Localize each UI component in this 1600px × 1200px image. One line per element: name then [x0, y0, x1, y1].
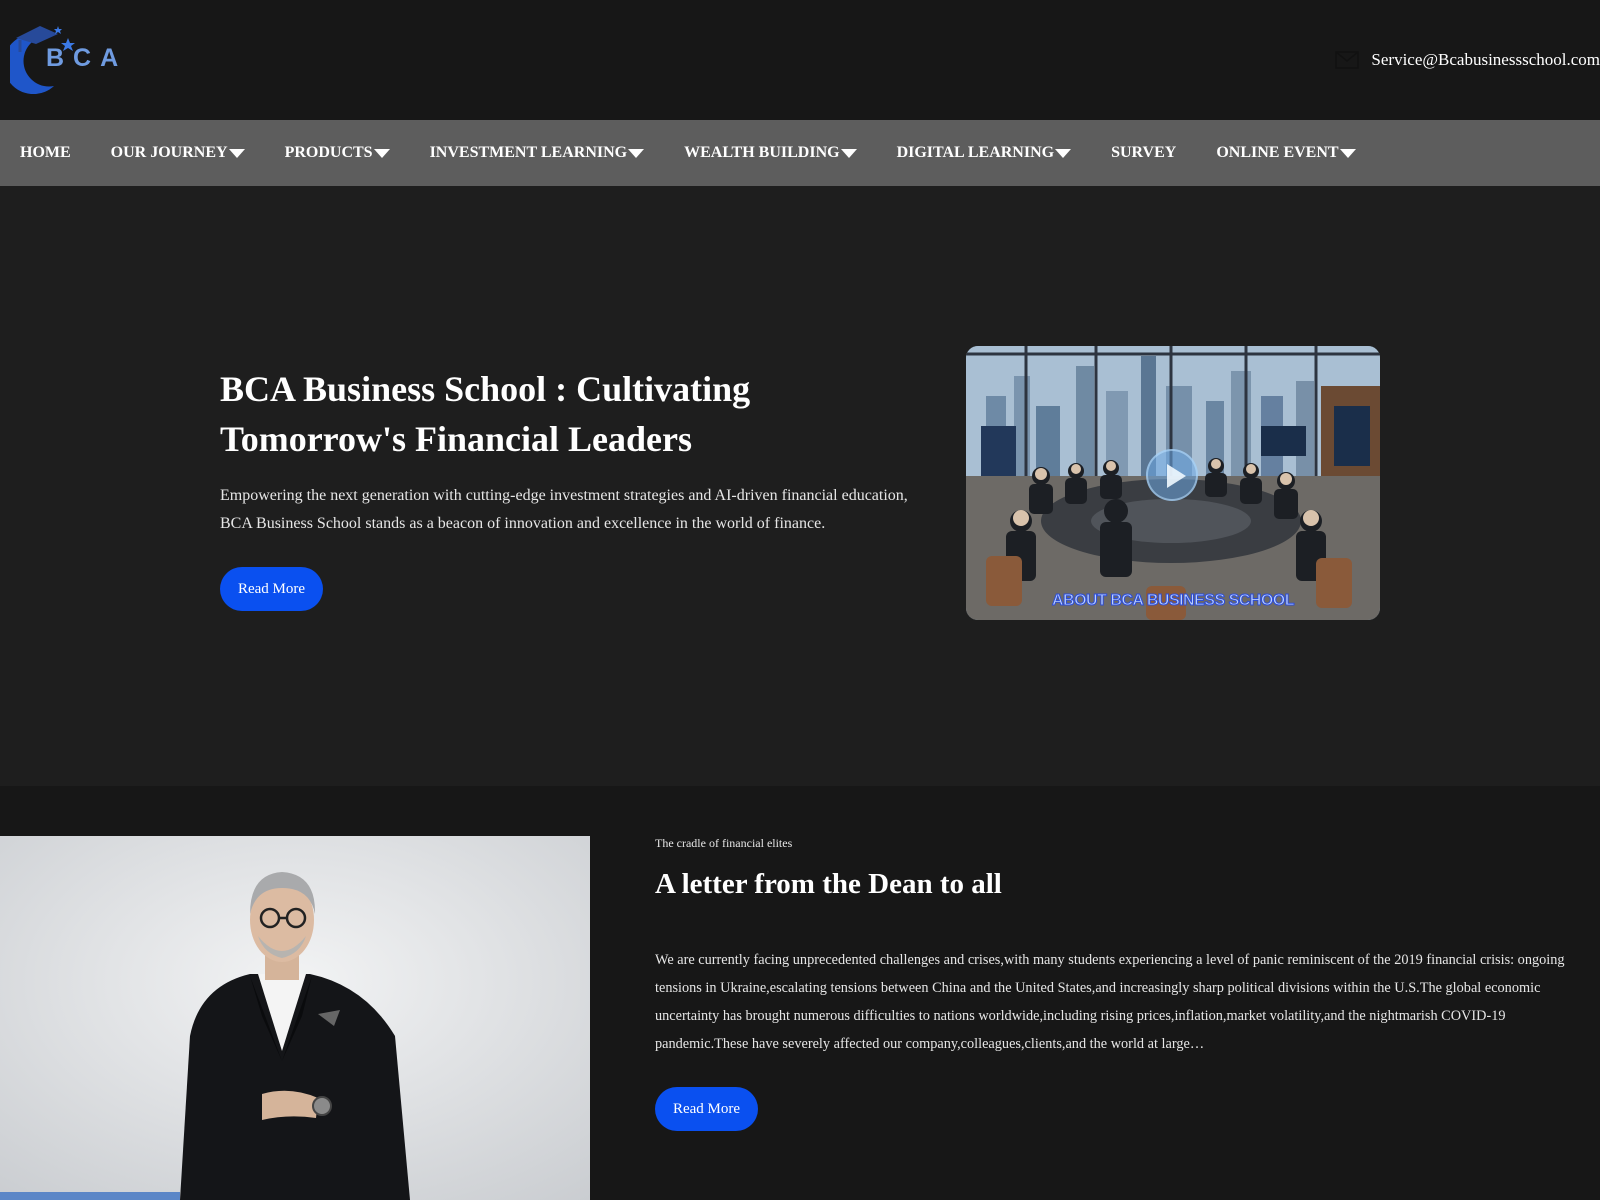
about-video-thumbnail[interactable]: ABOUT BCA BUSINESS SCHOOL	[966, 346, 1380, 620]
nav-item-label: WEALTH BUILDING	[684, 144, 840, 161]
nav-item-our-journey[interactable]: OUR JOURNEY	[111, 144, 245, 162]
hero-read-more-button[interactable]: Read More	[220, 567, 323, 611]
dean-read-more-button[interactable]: Read More	[655, 1087, 758, 1131]
nav-item-label: PRODUCTS	[284, 144, 373, 161]
nav-item-label: ONLINE EVENT	[1216, 144, 1339, 161]
logo-text: BCA	[46, 44, 128, 72]
nav-item-digital-learning[interactable]: DIGITAL LEARNING	[897, 144, 1072, 162]
nav-item-investment-learning[interactable]: INVESTMENT LEARNING	[430, 144, 645, 162]
nav-item-label: OUR JOURNEY	[110, 144, 228, 161]
dean-letter-section: The cradle of financial elites A letter …	[0, 786, 1600, 1200]
hero-title: BCA Business School : Cultivating Tomorr…	[220, 369, 751, 459]
chevron-down-icon[interactable]	[1055, 149, 1072, 158]
dean-photo	[0, 836, 590, 1200]
nav-item-home[interactable]: HOME	[20, 144, 71, 162]
nav-item-survey[interactable]: SURVEY	[1111, 144, 1176, 162]
nav-item-label: SURVEY	[1111, 144, 1177, 161]
chevron-down-icon[interactable]	[628, 149, 645, 158]
top-bar: BCA Service@Bcabusinessschool.com	[0, 0, 1600, 120]
contact-email[interactable]: Service@Bcabusinessschool.com	[1335, 48, 1600, 72]
chevron-down-icon[interactable]	[373, 149, 390, 158]
hero-description: Empowering the next generation with cutt…	[220, 487, 908, 532]
dean-title: A letter from the Dean to all	[655, 868, 1002, 900]
nav-item-label: DIGITAL LEARNING	[896, 144, 1055, 161]
mail-icon	[1335, 51, 1360, 69]
dean-letter-text: We are currently facing unprecedented ch…	[655, 952, 1565, 1052]
email-link[interactable]: Service@Bcabusinessschool.com	[1371, 50, 1600, 70]
play-icon[interactable]	[1146, 449, 1198, 501]
chevron-down-icon[interactable]	[1339, 149, 1356, 158]
nav-item-online-event[interactable]: ONLINE EVENT	[1216, 144, 1356, 162]
bca-logo[interactable]: BCA	[3, 24, 120, 95]
nav-item-wealth-building[interactable]: WEALTH BUILDING	[684, 144, 857, 162]
nav-list: HOME OUR JOURNEY PRODUCTS INVESTMENT LEARNI…	[0, 120, 1600, 186]
nav-item-products[interactable]: PRODUCTS	[285, 144, 390, 162]
main-nav: HOME OUR JOURNEY PRODUCTS INVESTMENT LEARNI…	[0, 120, 1600, 186]
nav-item-label: HOME	[20, 144, 71, 161]
nav-item-label: INVESTMENT LEARNING	[429, 144, 628, 161]
dean-eyebrow: The cradle of financial elites	[655, 836, 793, 850]
chevron-down-icon[interactable]	[228, 149, 245, 158]
chevron-down-icon[interactable]	[840, 149, 857, 158]
video-caption: ABOUT BCA BUSINESS SCHOOL	[1051, 592, 1295, 610]
hero-section: BCA Business School : Cultivating Tomorr…	[0, 186, 1600, 786]
